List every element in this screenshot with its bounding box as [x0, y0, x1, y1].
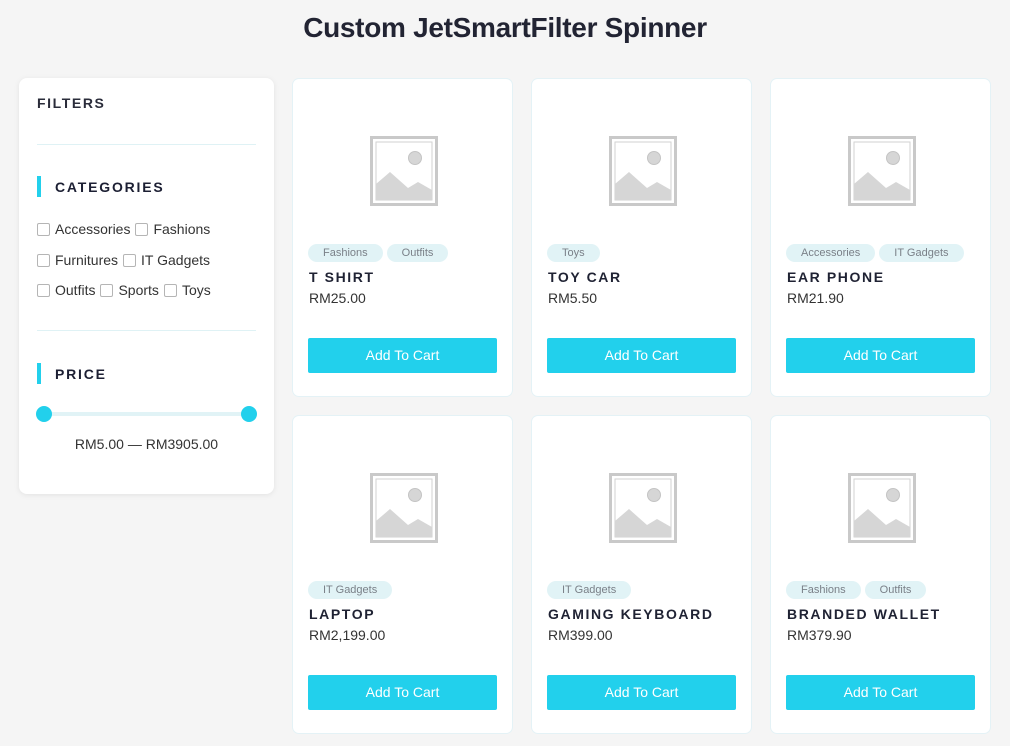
add-to-cart-button[interactable]: Add To Cart: [308, 675, 497, 710]
price-range-text: RM5.00 — RM3905.00: [74, 436, 219, 452]
product-price: RM379.90: [787, 627, 852, 643]
categories-header: CATEGORIES: [37, 176, 165, 197]
product-tags: Fashions Outfits: [786, 581, 930, 599]
category-label: Furnitures: [55, 252, 119, 268]
category-checkbox-toys[interactable]: Toys: [163, 282, 211, 298]
placeholder-image-icon: [609, 473, 677, 543]
placeholder-image-icon: [370, 473, 438, 543]
category-label: Toys: [181, 282, 211, 298]
category-label: Sports: [118, 282, 159, 298]
product-name: GAMING KEYBOARD: [548, 606, 714, 622]
product-name: T SHIRT: [309, 269, 375, 285]
checkbox[interactable]: [123, 253, 137, 267]
filters-sidebar: FILTERS CATEGORIES Accessories Fashions …: [19, 78, 274, 494]
category-checkbox-outfits[interactable]: Outfits: [37, 282, 95, 298]
category-tag[interactable]: Toys: [547, 244, 600, 262]
product-price: RM399.00: [548, 627, 613, 643]
category-checkbox-fashions[interactable]: Fashions: [135, 221, 210, 237]
product-card: Fashions Outfits T SHIRT RM25.00 Add To …: [292, 78, 513, 397]
category-tag[interactable]: IT Gadgets: [547, 581, 632, 599]
placeholder-image-icon: [848, 473, 916, 543]
accent-bar: [37, 176, 41, 197]
checkbox[interactable]: [163, 283, 177, 297]
category-row: Furnitures IT Gadgets: [37, 252, 215, 268]
category-checkbox-it-gadgets[interactable]: IT Gadgets: [123, 252, 210, 268]
category-label: Outfits: [55, 282, 96, 298]
product-price: RM25.00: [309, 290, 366, 306]
category-tag[interactable]: Accessories: [786, 244, 876, 262]
divider: [37, 330, 256, 331]
price-min-handle[interactable]: [36, 406, 52, 422]
category-checkbox-furnitures[interactable]: Furnitures: [37, 252, 118, 268]
price-range-slider[interactable]: [36, 406, 257, 422]
product-tags: Accessories IT Gadgets: [786, 244, 968, 262]
category-checkbox-sports[interactable]: Sports: [100, 282, 159, 298]
category-tag[interactable]: IT Gadgets: [308, 581, 393, 599]
product-card: Toys TOY CAR RM5.50 Add To Cart: [531, 78, 752, 397]
checkbox[interactable]: [100, 283, 114, 297]
category-tag[interactable]: Outfits: [864, 581, 927, 599]
checkbox[interactable]: [37, 222, 50, 236]
category-label: Accessories: [55, 221, 131, 237]
placeholder-image-icon: [370, 136, 438, 206]
product-name: EAR PHONE: [787, 269, 885, 285]
divider: [37, 144, 256, 145]
product-price: RM21.90: [787, 290, 844, 306]
category-row: Accessories Fashions: [37, 221, 215, 237]
category-label: IT Gadgets: [141, 252, 211, 268]
product-name: BRANDED WALLET: [787, 606, 941, 622]
placeholder-image-icon: [848, 136, 916, 206]
category-tag[interactable]: Outfits: [386, 244, 449, 262]
category-tag[interactable]: Fashions: [308, 244, 383, 262]
add-to-cart-button[interactable]: Add To Cart: [308, 338, 497, 373]
category-tag[interactable]: Fashions: [786, 581, 861, 599]
placeholder-image-icon: [609, 136, 677, 206]
category-tag[interactable]: IT Gadgets: [879, 244, 964, 262]
product-name: LAPTOP: [309, 606, 376, 622]
product-price: RM5.50: [548, 290, 598, 306]
product-tags: Fashions Outfits: [308, 244, 452, 262]
product-tags: Toys: [547, 244, 604, 262]
category-label: Fashions: [153, 221, 211, 237]
add-to-cart-button[interactable]: Add To Cart: [786, 675, 975, 710]
product-tags: IT Gadgets: [547, 581, 635, 599]
add-to-cart-button[interactable]: Add To Cart: [547, 338, 736, 373]
checkbox[interactable]: [37, 283, 50, 297]
product-tags: IT Gadgets: [308, 581, 396, 599]
price-header: PRICE: [37, 363, 107, 384]
product-card: Fashions Outfits BRANDED WALLET RM379.90…: [770, 415, 991, 734]
category-row: Outfits Sports Toys: [37, 282, 216, 298]
product-card: Accessories IT Gadgets EAR PHONE RM21.90…: [770, 78, 991, 397]
checkbox[interactable]: [135, 222, 149, 236]
filters-title: FILTERS: [37, 95, 106, 111]
category-checkbox-accessories[interactable]: Accessories: [37, 221, 130, 237]
product-price: RM2,199.00: [309, 627, 386, 643]
page-title: Custom JetSmartFilter Spinner: [303, 12, 707, 43]
categories-label: CATEGORIES: [55, 178, 165, 195]
accent-bar: [37, 363, 41, 384]
product-card: IT Gadgets GAMING KEYBOARD RM399.00 Add …: [531, 415, 752, 734]
product-card: IT Gadgets LAPTOP RM2,199.00 Add To Cart: [292, 415, 513, 734]
product-name: TOY CAR: [548, 269, 622, 285]
checkbox[interactable]: [37, 253, 50, 267]
price-label: PRICE: [55, 365, 107, 382]
add-to-cart-button[interactable]: Add To Cart: [786, 338, 975, 373]
add-to-cart-button[interactable]: Add To Cart: [547, 675, 736, 710]
price-max-handle[interactable]: [241, 406, 257, 422]
